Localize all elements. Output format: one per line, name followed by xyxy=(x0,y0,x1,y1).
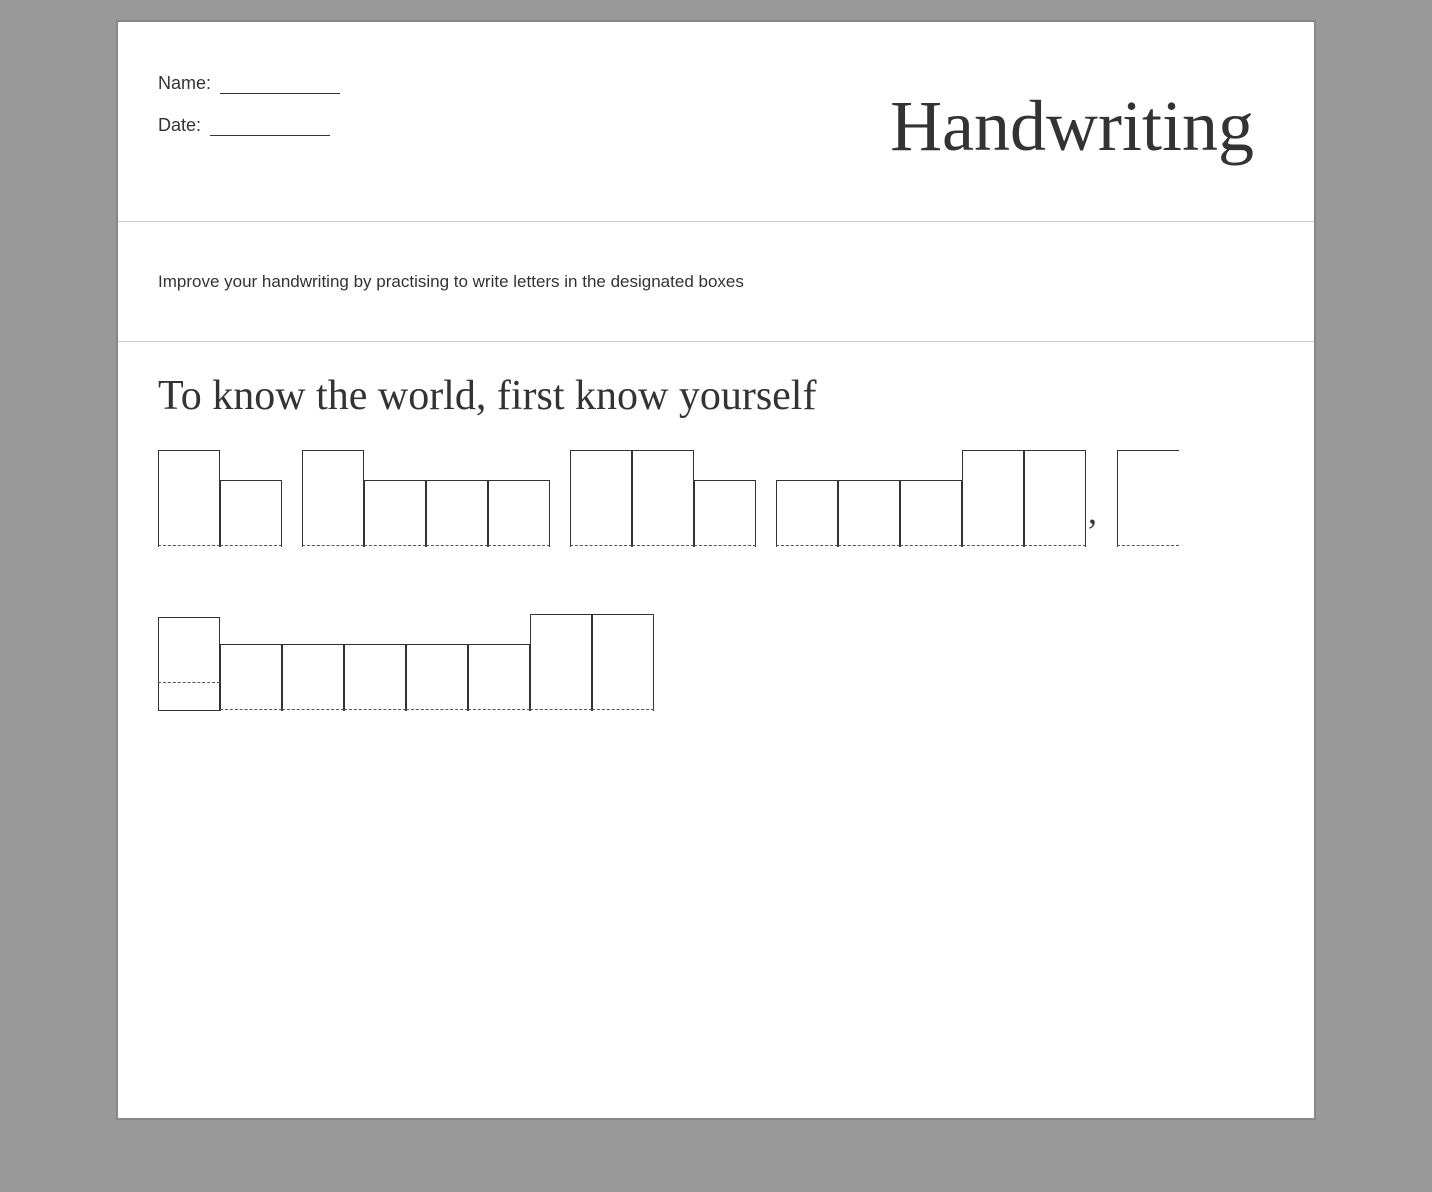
letter-e2 xyxy=(468,614,530,711)
word-know1 xyxy=(302,450,550,547)
letter-t xyxy=(570,450,632,547)
date-underline xyxy=(210,114,330,136)
word-the xyxy=(570,450,756,547)
instructions-section: Improve your handwriting by practising t… xyxy=(118,222,1314,342)
date-field: Date: xyxy=(158,114,340,136)
letter-o1 xyxy=(220,450,282,547)
header-fields: Name: Date: xyxy=(158,62,340,136)
header-section: Name: Date: Handwriting xyxy=(118,22,1314,222)
comma-mark: , xyxy=(1088,490,1097,547)
date-label: Date: xyxy=(158,115,201,135)
name-underline xyxy=(220,72,340,94)
quote-title: To know the world, first know yourself xyxy=(158,372,1274,420)
letter-e1 xyxy=(694,450,756,547)
letter-k1 xyxy=(302,450,364,547)
letter-w2 xyxy=(776,450,838,547)
letter-h xyxy=(632,450,694,547)
letter-y xyxy=(158,587,220,711)
page: Name: Date: Handwriting Improve your han… xyxy=(116,20,1316,1120)
instructions-text: Improve your handwriting by practising t… xyxy=(158,272,744,292)
letter-boxes-row-1: , xyxy=(158,450,1274,547)
letter-r xyxy=(900,450,962,547)
letter-f2 xyxy=(592,614,654,711)
letter-o2 xyxy=(426,450,488,547)
letter-boxes-row-2 xyxy=(158,587,1274,711)
letter-T xyxy=(158,450,220,547)
letter-l xyxy=(962,450,1024,547)
letter-u xyxy=(282,614,344,711)
letter-o3 xyxy=(838,450,900,547)
name-label: Name: xyxy=(158,73,211,93)
letter-o4 xyxy=(220,614,282,711)
word-world: , xyxy=(776,450,1097,547)
name-field: Name: xyxy=(158,72,340,94)
letter-s xyxy=(406,614,468,711)
word-to xyxy=(158,450,282,547)
letter-l2 xyxy=(530,614,592,711)
word-first-partial xyxy=(1117,450,1179,547)
practice-section: To know the world, first know yourself xyxy=(118,342,1314,791)
page-title: Handwriting xyxy=(890,85,1274,168)
letter-n1 xyxy=(364,450,426,547)
letter-w1 xyxy=(488,450,550,547)
letter-r2 xyxy=(344,614,406,711)
letter-f xyxy=(1117,450,1179,547)
letter-d xyxy=(1024,450,1086,547)
